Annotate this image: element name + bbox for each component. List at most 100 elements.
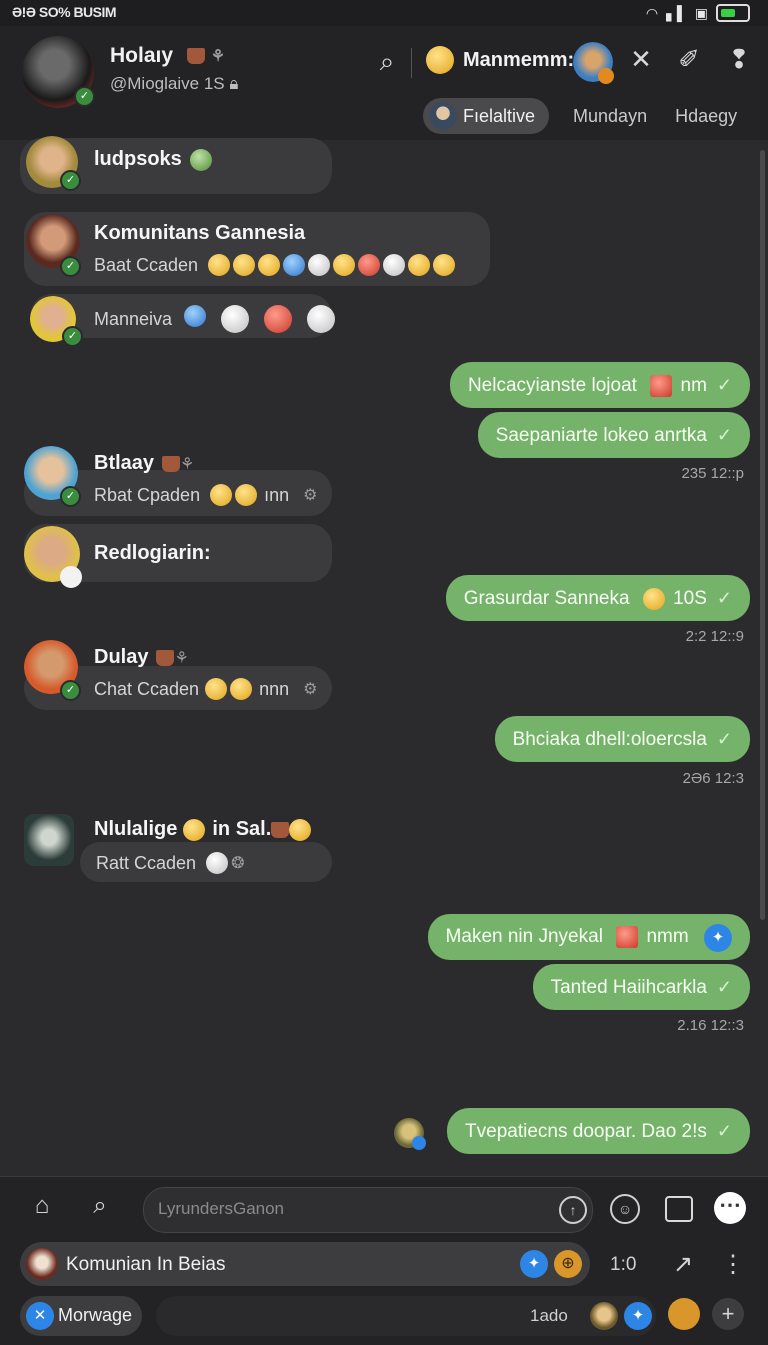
sticker-icon[interactable] xyxy=(668,1298,700,1330)
message-outgoing[interactable]: Maken nin Jnyekal nmm ✦ xyxy=(427,914,750,960)
status-text: Ə!Ə SO% BUSIM xyxy=(12,4,117,20)
face-emoji-icon xyxy=(283,254,306,276)
smile-emoji-icon xyxy=(333,254,356,276)
message-outgoing[interactable]: Grasurdar Sanneka 10S ✓ xyxy=(445,575,750,621)
tab-mundayn[interactable]: Mundayn xyxy=(559,98,661,134)
reaction-badge xyxy=(60,566,82,588)
more-options-icon[interactable]: ⋯ xyxy=(714,1192,746,1224)
star-emoji-icon xyxy=(383,254,406,276)
message-header: Dulay ⚘ xyxy=(94,646,189,668)
smile-emoji-icon xyxy=(642,587,665,610)
more-icon[interactable]: ❢ xyxy=(724,44,754,75)
smile-emoji-icon xyxy=(208,254,231,276)
contact-chip[interactable]: Manmemm: xyxy=(426,46,574,74)
sim-icon: ▣ xyxy=(694,4,708,21)
smile-emoji-icon xyxy=(426,46,454,74)
secondary-input[interactable] xyxy=(156,1296,656,1336)
close-icon[interactable]: ✕ xyxy=(26,1302,54,1330)
add-icon[interactable]: + xyxy=(712,1298,744,1330)
gear-icon: ⚙ xyxy=(303,487,318,504)
menu-icon[interactable]: ⋮ xyxy=(718,1250,748,1279)
message-outgoing[interactable]: Nelcacyianste lojoat nm ✓ xyxy=(449,362,750,408)
smile-emoji-icon xyxy=(408,254,431,276)
verified-icon: ✓ xyxy=(60,256,81,277)
message-outgoing[interactable]: Bhciaka dhell:oloercsla ✓ xyxy=(494,716,750,762)
contact-handle: @Mioglaive 1S 🔒︎ xyxy=(110,74,239,93)
reaction-avatars xyxy=(184,305,338,333)
coin-emoji-icon xyxy=(206,852,229,874)
check-icon: ✓ xyxy=(716,588,732,608)
search-icon[interactable]: ⌕ xyxy=(84,1192,116,1220)
sprig-icon: ⚘ xyxy=(180,455,195,473)
gift-emoji-icon xyxy=(650,374,673,397)
smile-emoji-icon xyxy=(230,678,253,700)
message-body: Baat Ccaden xyxy=(94,254,458,276)
plant-emoji-icon xyxy=(189,148,212,171)
check-icon: ✓ xyxy=(716,977,732,997)
verified-badge-icon: ✦ xyxy=(520,1250,548,1278)
message-header: ludpsoks xyxy=(94,148,215,171)
smile-emoji-icon xyxy=(205,678,228,700)
check-icon: ✓ xyxy=(716,1121,732,1141)
smile-emoji-icon xyxy=(258,254,281,276)
morwage-label: Morwage xyxy=(58,1305,133,1325)
emoji-row xyxy=(208,254,458,276)
badge-icon xyxy=(412,1136,426,1150)
camera-icon[interactable] xyxy=(665,1196,693,1222)
pot-icon xyxy=(271,821,290,838)
badge-icon: ⊕ xyxy=(554,1250,582,1278)
message-input-placeholder: LyrundersGanon xyxy=(158,1199,285,1218)
ratio-label: 1:0 xyxy=(610,1254,637,1275)
pen-icon[interactable]: ✐ xyxy=(674,44,704,75)
smile-emoji-icon xyxy=(235,484,258,506)
divider xyxy=(411,48,412,78)
info-icon[interactable]: ↑ xyxy=(559,1196,587,1224)
message-body: Ratt Ccaden ❂ xyxy=(96,852,245,874)
verified-icon: ✓ xyxy=(60,680,81,701)
timestamp: 235 12::p xyxy=(681,465,744,482)
verified-icon: ✓ xyxy=(60,170,81,191)
scrollbar[interactable] xyxy=(760,150,765,920)
timestamp: 2.16 12::3 xyxy=(677,1017,744,1034)
battery-icon xyxy=(716,4,750,22)
chat-avatar xyxy=(26,1248,58,1280)
smile-emoji-icon xyxy=(183,818,206,841)
verified-badge-icon: ✦ xyxy=(704,924,732,952)
sender-name: Redlogiarin: xyxy=(94,542,211,564)
lock-icon: 🔒︎ xyxy=(229,74,239,93)
close-icon[interactable]: ✕ xyxy=(626,44,656,75)
message-outgoing[interactable]: Saepaniarte lokeo anrtka ✓ xyxy=(477,412,750,458)
message-body: Manneiva xyxy=(94,305,338,333)
sender-name: Komunitans Gannesia xyxy=(94,222,306,244)
chat-switcher-label: Komunian In Beias xyxy=(66,1254,226,1275)
tab-hdaegy[interactable]: Hdaegy xyxy=(661,98,751,134)
verified-icon: ✓ xyxy=(74,86,95,107)
sticker-icon[interactable] xyxy=(590,1302,618,1330)
smile-emoji-icon xyxy=(289,818,312,841)
timestamp: 2:2 12::9 xyxy=(685,628,744,645)
pinwheel-emoji-icon xyxy=(308,254,331,276)
pot-icon xyxy=(162,455,181,472)
tab-avatar xyxy=(429,102,457,130)
figure-icon: ❂ xyxy=(231,855,245,872)
verified-badge-icon: ✦ xyxy=(624,1302,652,1330)
tab-relative[interactable]: Fıelaltive xyxy=(423,98,550,134)
message-outgoing[interactable]: Tvepatiecns doopar. Dao 2!s ✓ xyxy=(447,1108,750,1154)
message-body: Chat Ccaden nnn ⚙ xyxy=(94,678,318,700)
sprig-icon: ⚘ xyxy=(174,649,189,667)
message-outgoing[interactable]: Tanted Haiihcarkla ✓ xyxy=(532,964,750,1010)
emoji-icon[interactable]: ☺ xyxy=(610,1194,640,1224)
verified-icon: ✓ xyxy=(62,326,83,347)
gear-icon: ⚙ xyxy=(303,681,318,698)
share-icon[interactable]: ↗ xyxy=(668,1250,698,1279)
attachment-icon[interactable]: ⌂ xyxy=(26,1192,58,1220)
signal-icon: ▖▌ xyxy=(666,4,687,21)
search-icon[interactable]: ⌕ xyxy=(372,46,402,78)
pot-icon xyxy=(186,48,205,65)
tab-bar: Fıelaltive Mundayn Hdaegy xyxy=(423,97,751,135)
secondary-input-value: 1ado xyxy=(530,1306,568,1325)
message-body: Rbat Cpaden ınn ⚙ xyxy=(94,484,318,506)
badge-emoji-icon xyxy=(184,305,207,327)
smile-emoji-icon xyxy=(210,484,233,506)
sun-emoji-icon xyxy=(264,305,293,333)
